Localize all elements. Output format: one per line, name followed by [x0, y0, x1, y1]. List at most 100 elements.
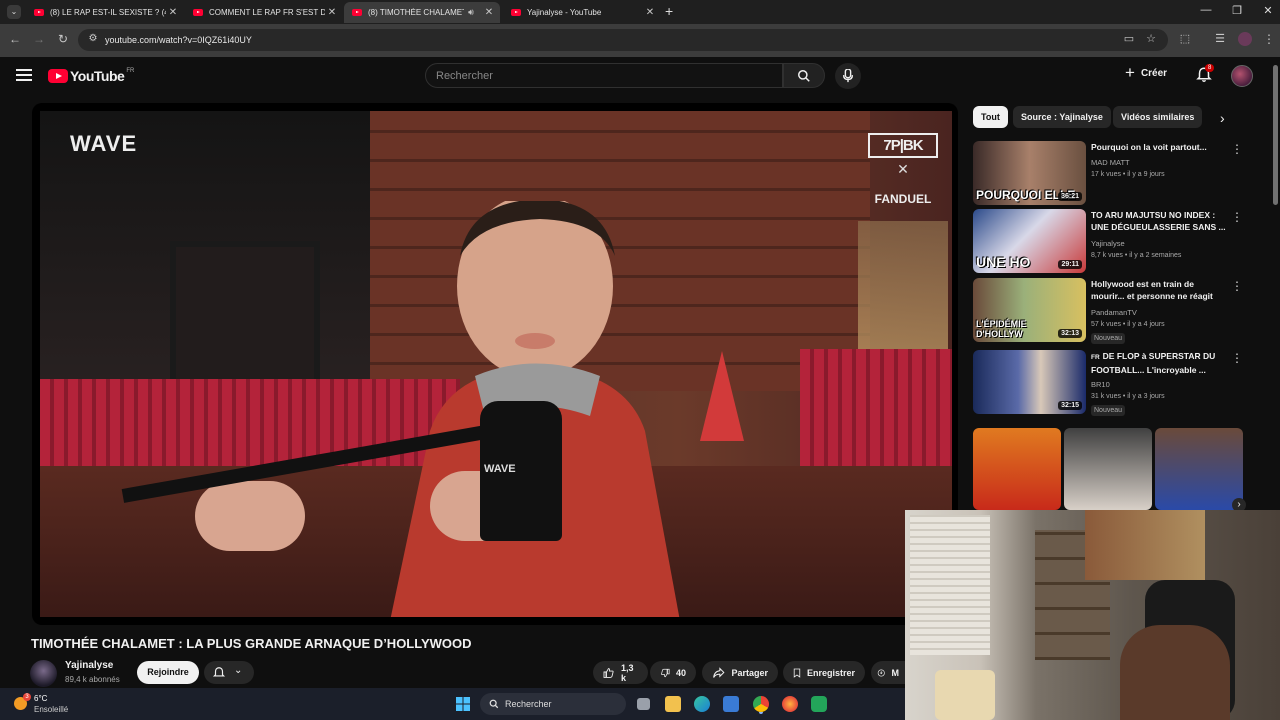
firefox-icon[interactable] [782, 696, 798, 712]
close-tab-icon[interactable]: ✕ [325, 7, 339, 18]
channel-avatar[interactable] [30, 660, 57, 687]
video-thumbnail[interactable]: L'ÉPIDÉMIE D'HOLLYW 32:13 [973, 278, 1086, 342]
share-button[interactable]: Partager [702, 661, 778, 684]
video-thumbnail[interactable]: POURQUOI ELLE 36:21 [973, 141, 1086, 205]
account-avatar[interactable] [1231, 65, 1253, 87]
channel-name[interactable]: BR10 [1091, 380, 1110, 389]
minimize-icon[interactable]: — [1196, 4, 1216, 16]
reload-icon[interactable]: ↻ [55, 32, 71, 46]
recommendation-item[interactable]: L'ÉPIDÉMIE D'HOLLYW 32:13 Hollywood est … [973, 278, 1253, 344]
channel-name[interactable]: MAD MATT [1091, 158, 1130, 167]
youtube-favicon-icon [352, 9, 362, 16]
site-info-icon[interactable]: ⚙ [85, 33, 101, 44]
url-text[interactable]: youtube.com/watch?v=0IQZ61i40UY [105, 35, 252, 45]
new-tab-button[interactable]: + [665, 3, 673, 19]
create-label: Créer [1140, 67, 1168, 79]
search-icon [489, 699, 499, 709]
windows-start-icon[interactable] [456, 697, 470, 711]
video-title[interactable]: Hollywood est en train de mourir... et p… [1091, 278, 1229, 302]
more-options-icon[interactable]: ⋮ [1231, 279, 1243, 293]
menu-icon[interactable] [16, 69, 32, 81]
thumbnail-caption: L'ÉPIDÉMIE D'HOLLYW [976, 319, 1027, 339]
video-title[interactable]: TO ARU MAJUTSU NO INDEX : UNE DÉGUEULASS… [1091, 209, 1229, 233]
back-icon[interactable]: ← [7, 32, 23, 46]
video-thumbnail[interactable]: 32:15 [973, 350, 1086, 414]
close-tab-icon[interactable]: ✕ [482, 7, 496, 18]
youtube-logo[interactable]: YouTube FR [48, 68, 134, 84]
video-player[interactable]: WAVE WAVE 7P|BK ✕ FANDUEL [32, 103, 958, 625]
share-icon [713, 666, 725, 678]
create-button[interactable]: + Créer [1125, 64, 1168, 81]
webcam-overlay [905, 510, 1280, 720]
notification-settings-button[interactable]: ⌄ [204, 661, 254, 684]
channel-name[interactable]: Yajinalyse [1091, 239, 1125, 248]
streamer [1120, 625, 1230, 720]
weather-alert-badge: 3 [23, 693, 31, 701]
search-box[interactable] [425, 63, 783, 88]
video-thumbnail[interactable]: UNE HO 29:11 [973, 209, 1086, 273]
browser-tab-active[interactable]: (8) TIMOTHÉE CHALAMET 🔊︎ ✕ [344, 2, 500, 23]
voice-search-button[interactable] [835, 63, 861, 89]
browser-tab[interactable]: COMMENT LE RAP FR S'EST DÉ ✕ [185, 2, 343, 23]
channel-name[interactable]: Yajinalyse [65, 660, 113, 671]
maximize-icon[interactable]: ❐ [1227, 4, 1247, 17]
close-tab-icon[interactable]: ✕ [643, 7, 657, 18]
extensions-icon[interactable]: ⬚ [1177, 32, 1193, 45]
close-tab-icon[interactable]: ✕ [166, 7, 180, 18]
join-button[interactable]: Rejoindre [137, 661, 199, 684]
shorts-thumbnail[interactable] [1155, 428, 1243, 510]
chip-all[interactable]: Tout [973, 106, 1008, 128]
store-icon[interactable] [723, 696, 739, 712]
scrollbar-thumb[interactable] [1273, 65, 1278, 205]
bell-icon [212, 667, 226, 677]
channel-name[interactable]: PandamanTV [1091, 308, 1137, 317]
youtube-header: YouTube FR + Créer 8 [0, 57, 1268, 103]
video-title[interactable]: FR DE FLOP à SUPERSTAR DU FOOTBALL... L'i… [1091, 350, 1229, 376]
browser-menu-icon[interactable]: ⋮ [1261, 32, 1277, 46]
tab-search-icon[interactable]: ☰ [1212, 32, 1228, 45]
chip-similar[interactable]: Vidéos similaires [1113, 106, 1203, 128]
task-view-icon[interactable] [637, 698, 650, 710]
video-frame[interactable]: WAVE WAVE 7P|BK ✕ FANDUEL [40, 111, 952, 617]
bookmark-star-icon[interactable]: ☆ [1143, 32, 1159, 45]
video-title: TIMOTHÉE CHALAMET : LA PLUS GRANDE ARNAQ… [31, 636, 472, 651]
dislike-button[interactable]: 40 [650, 661, 696, 684]
like-count: 1,3 k [620, 662, 634, 683]
more-actions-button[interactable]: M [871, 661, 905, 684]
close-window-icon[interactable]: ✕ [1258, 4, 1278, 17]
profile-avatar-icon[interactable] [1238, 32, 1252, 46]
more-options-icon[interactable]: ⋮ [1231, 351, 1243, 365]
weather-temperature[interactable]: 6°C [34, 694, 47, 703]
edge-icon[interactable] [694, 696, 710, 712]
more-options-icon[interactable]: ⋮ [1231, 142, 1243, 156]
shorts-thumbnail[interactable] [1064, 428, 1152, 510]
forward-icon[interactable]: → [31, 32, 47, 46]
search-button[interactable] [783, 63, 825, 88]
discord-icon[interactable] [811, 696, 827, 712]
mic-brand-label: WAVE [484, 463, 516, 475]
tab-list-chevron-icon[interactable]: ⌄ [7, 5, 21, 19]
browser-tab[interactable]: Yajinalyse - YouTube ✕ [503, 2, 661, 23]
file-explorer-icon[interactable] [665, 696, 681, 712]
cast-icon[interactable]: ▭ [1121, 32, 1137, 45]
recommendation-item[interactable]: 32:15 FR DE FLOP à SUPERSTAR DU FOOTBALL.… [973, 350, 1253, 416]
browser-toolbar: ← → ↻ ⚙ youtube.com/watch?v=0IQZ61i40UY … [0, 24, 1280, 57]
sponsor-overlay: 7P|BK ✕ FANDUEL [868, 133, 938, 206]
chip-source[interactable]: Source : Yajinalyse [1013, 106, 1111, 128]
search-input[interactable] [436, 70, 766, 82]
chips-next-icon[interactable]: › [1220, 110, 1225, 126]
like-button[interactable]: 1,3 k [593, 661, 648, 684]
video-title-text: DE FLOP à SUPERSTAR DU FOOTBALL... L'inc… [1091, 351, 1216, 375]
shorts-thumbnail[interactable] [973, 428, 1061, 510]
save-button[interactable]: Enregistrer [783, 661, 865, 684]
video-title[interactable]: Pourquoi on la voit partout... [1091, 141, 1229, 153]
recommendation-item[interactable]: POURQUOI ELLE 36:21 Pourquoi on la voit … [973, 141, 1253, 207]
recommendation-item[interactable]: UNE HO 29:11 TO ARU MAJUTSU NO INDEX : U… [973, 209, 1253, 275]
tab-audio-icon[interactable]: 🔊︎ [464, 7, 478, 18]
thumbnail-caption: UNE HO [976, 254, 1031, 270]
chrome-icon[interactable] [753, 696, 769, 712]
browser-tab[interactable]: (8) LE RAP EST-IL SEXISTE ? (4 F ✕ [26, 2, 184, 23]
taskbar-search[interactable]: Rechercher [480, 693, 626, 715]
more-options-icon[interactable]: ⋮ [1231, 210, 1243, 224]
hype-icon [877, 668, 885, 677]
